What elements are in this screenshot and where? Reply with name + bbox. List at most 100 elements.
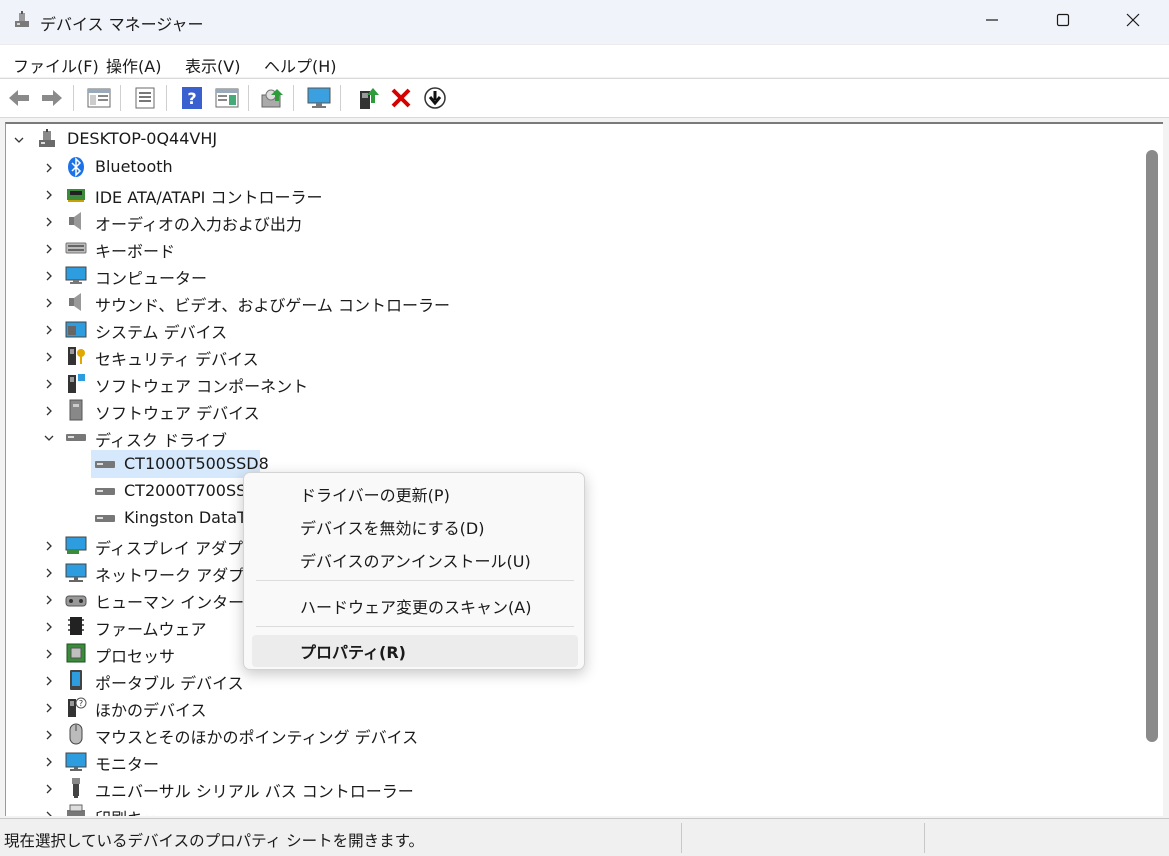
speaker-icon [69,293,81,311]
maximize-button[interactable] [1040,0,1086,40]
tree-item-label[interactable]: Bluetooth [95,157,173,176]
expand-chevron[interactable] [42,701,56,715]
chevron-right-icon [46,622,52,632]
expand-chevron[interactable] [42,566,56,580]
network-adapter-icon [65,563,87,582]
tree-item-label[interactable]: ファームウェア [95,616,207,640]
chevron-right-icon [46,298,52,308]
disable-device-menu-item[interactable]: デバイスを無効にする(D) [252,511,578,543]
tree-item-label[interactable]: サウンド、ビデオ、およびゲーム コントローラー [95,292,450,316]
expand-chevron[interactable] [42,620,56,634]
tree-item-label[interactable]: ユニバーサル シリアル バス コントローラー [95,778,414,802]
expand-chevron[interactable] [42,755,56,769]
chevron-right-icon [46,811,52,816]
software-component-icon [68,374,85,393]
menu-bar: ファイル(F) 操作(A) 表示(V) ヘルプ(H) [0,44,1169,77]
uninstall-device-button[interactable] [387,84,415,112]
expand-chevron[interactable] [42,647,56,661]
scan-hardware-button[interactable] [258,84,286,112]
chevron-right-icon [46,163,52,173]
uninstall-device-menu-item[interactable]: デバイスのアンインストール(U) [252,544,578,576]
help-button[interactable]: ? [178,84,206,112]
toolbar-separator [120,85,121,111]
expand-chevron[interactable] [42,593,56,607]
tree-item-label[interactable]: システム デバイス [95,319,227,343]
status-divider [681,823,682,853]
scan-hardware-menu-item[interactable]: ハードウェア変更のスキャン(A) [252,590,578,622]
action-pane-icon [215,88,239,108]
tree-item-label[interactable]: プロセッサ [95,643,175,667]
scrollbar-thumb[interactable] [1146,150,1158,742]
update-driver-menu-item[interactable]: ドライバーの更新(P) [252,478,578,510]
collapse-chevron[interactable] [12,133,26,147]
tree-item-label[interactable]: ディスク ドライブ [95,427,227,451]
action-pane-button[interactable] [213,84,241,112]
keyboard-icon [65,242,87,254]
menu-help[interactable]: ヘルプ(H) [264,53,337,77]
monitor-button[interactable] [305,84,333,112]
tree-item-label[interactable]: ソフトウェア コンポーネント [95,373,308,397]
tree-item-label[interactable]: ポータブル デバイス [95,670,244,694]
tree-item-label[interactable]: マウスとそのほかのポインティング デバイス [95,724,418,748]
expand-chevron[interactable] [42,782,56,796]
tree-item-label[interactable]: ソフトウェア デバイス [95,400,260,424]
expand-chevron[interactable] [42,809,56,816]
device-tree[interactable]: DESKTOP-0Q44VHJ Bluetooth IDE ATA/ATAPI … [5,122,1141,816]
forward-button[interactable] [38,84,66,112]
expand-chevron[interactable] [42,188,56,202]
toolbar: ? [0,78,1169,118]
expand-chevron[interactable] [42,323,56,337]
close-icon [1126,13,1140,27]
chevron-right-icon [46,676,52,686]
back-button[interactable] [5,84,33,112]
tree-item-label[interactable]: セキュリティ デバイス [95,346,259,370]
expand-chevron[interactable] [42,161,56,175]
expand-chevron[interactable] [42,728,56,742]
expand-chevron[interactable] [42,215,56,229]
tree-item-label[interactable]: モニター [95,751,159,775]
tree-item-label[interactable]: 印刷キュー [95,805,175,816]
chevron-right-icon [46,190,52,200]
security-key-icon [68,347,85,365]
tree-item-label[interactable]: オーディオの入力および出力 [95,211,302,235]
expand-chevron[interactable] [42,404,56,418]
tree-item-label[interactable]: ほかのデバイス [95,697,207,721]
collapse-chevron[interactable] [42,431,56,445]
chevron-right-icon [46,757,52,767]
expand-chevron[interactable] [42,350,56,364]
expand-chevron[interactable] [42,296,56,310]
menu-view[interactable]: 表示(V) [185,53,240,77]
disk-drive-icon [66,434,86,441]
chevron-right-icon [46,541,52,551]
expand-chevron[interactable] [42,377,56,391]
tree-root-label[interactable]: DESKTOP-0Q44VHJ [67,129,217,148]
minimize-button[interactable] [969,0,1015,40]
menu-action[interactable]: 操作(A) [106,53,161,77]
expand-chevron[interactable] [42,269,56,283]
tree-item-label[interactable]: コンピューター [95,265,207,289]
tree-item-label[interactable]: IDE ATA/ATAPI コントローラー [95,184,322,208]
disable-device-button[interactable] [421,84,449,112]
expand-chevron[interactable] [42,539,56,553]
expand-chevron[interactable] [42,674,56,688]
maximize-icon [1056,13,1070,27]
properties-sheet-button[interactable] [131,84,159,112]
properties-menu-item[interactable]: プロパティ(R) [252,635,578,667]
tree-item-label[interactable]: CT2000T700SSD [124,481,259,500]
back-icon [9,90,29,106]
expand-chevron[interactable] [42,242,56,256]
minimize-icon [986,19,998,21]
tree-item-label[interactable]: Kingston DataT [124,508,247,527]
disable-device-icon [424,87,446,109]
tree-item-label[interactable]: CT1000T500SSD8 [124,454,269,473]
show-hide-console-tree-button[interactable] [85,84,113,112]
title-bar: デバイス マネージャー [0,0,1169,44]
chevron-right-icon [46,730,52,740]
tree-item-label[interactable]: キーボード [95,238,175,262]
status-bar: 現在選択しているデバイスのプロパティ シートを開きます。 [0,818,1169,856]
menu-file[interactable]: ファイル(F) [13,53,99,77]
close-button[interactable] [1110,0,1156,40]
computer-icon [65,266,87,284]
update-driver-button[interactable] [354,84,382,112]
svg-text:?: ? [79,699,83,708]
